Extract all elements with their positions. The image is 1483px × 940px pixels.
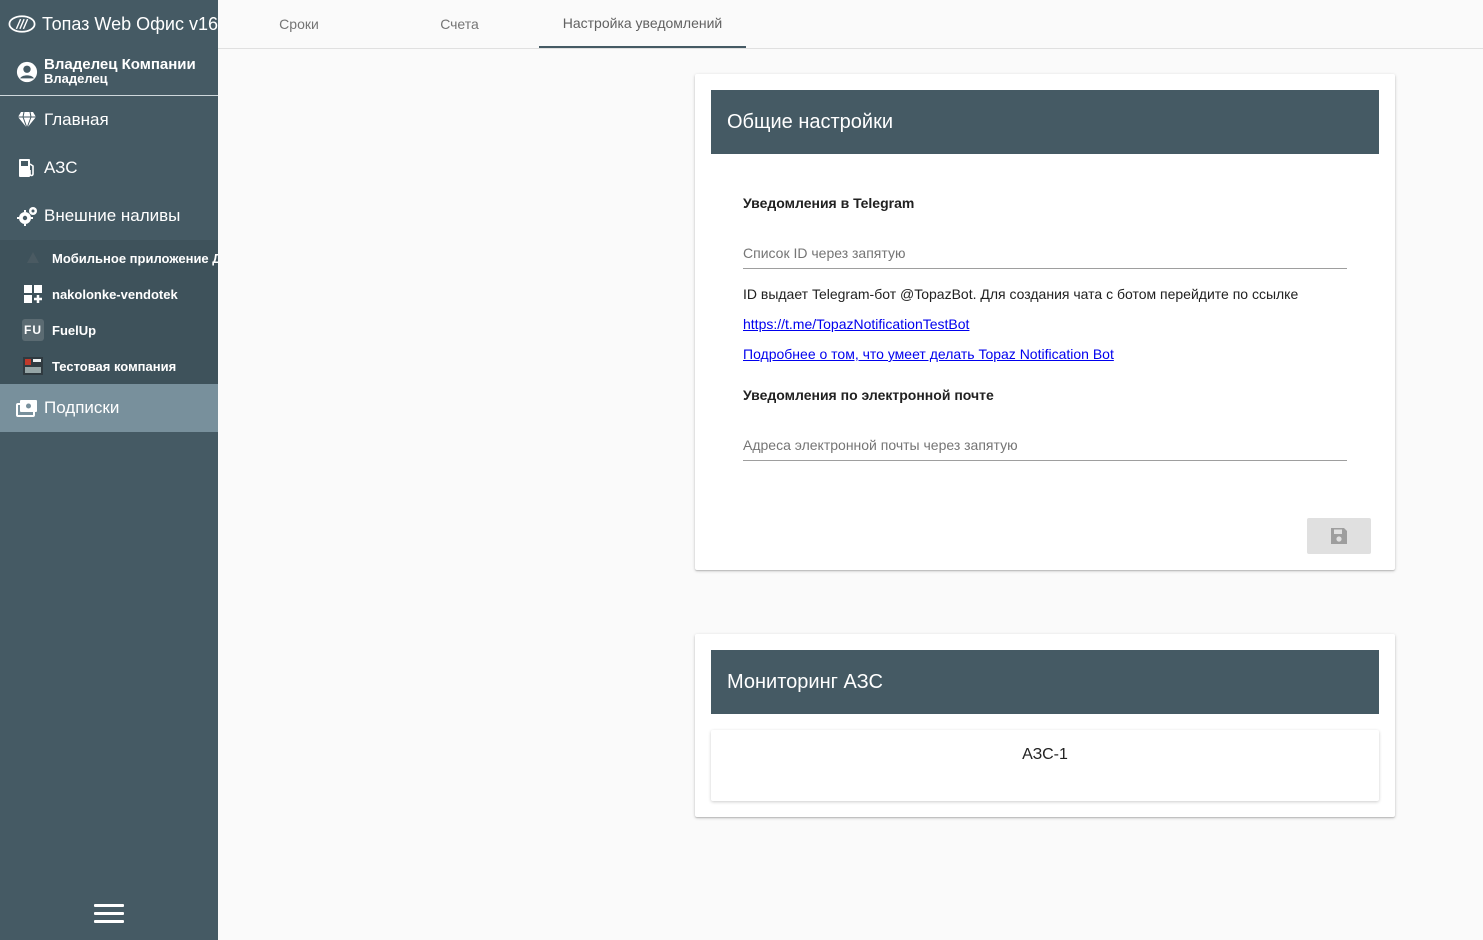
subitem-label: Мобильное приложение ДЦ — [52, 250, 218, 266]
sidebar-subitem-nakolonke[interactable]: nakolonke-vendotek — [0, 276, 218, 312]
gears-icon — [16, 205, 38, 227]
external-fills-list: Мобильное приложение ДЦ nakolonke-vendot… — [0, 240, 218, 384]
tab-notification-settings[interactable]: Настройка уведомлений — [539, 0, 746, 48]
tab-bar: Сроки Счета Настройка уведомлений — [218, 0, 1483, 49]
fuelup-icon: FU — [22, 319, 44, 341]
general-settings-title: Общие настройки — [711, 90, 1379, 154]
save-button[interactable] — [1307, 518, 1371, 554]
fuel-pump-icon — [16, 157, 38, 179]
test-company-icon — [22, 355, 44, 377]
subitem-label: nakolonke-vendotek — [52, 286, 178, 302]
sidebar-item-label: Внешние наливы — [44, 206, 181, 225]
sidebar-item-label: АЗС — [44, 158, 78, 177]
user-profile[interactable]: Владелец Компании Владелец — [0, 48, 218, 96]
user-role: Владелец — [44, 70, 108, 86]
sidebar-item-stations[interactable]: АЗС — [0, 144, 218, 192]
diamond-icon — [16, 109, 38, 131]
fuelup-icon-text: FU — [24, 323, 42, 337]
telegram-info-text: ID выдает Telegram-бот @TopazBot. Для со… — [743, 286, 1299, 302]
hamburger-icon[interactable] — [94, 904, 124, 926]
user-info: Владелец Компании Владелец — [44, 55, 196, 86]
general-settings-card: Общие настройки Уведомления в Telegram I… — [695, 74, 1395, 570]
sidebar: Топаз Web Офис v16 Владелец Компании Вла… — [0, 0, 218, 940]
sidebar-subitem-fuelup[interactable]: FU FuelUp — [0, 312, 218, 348]
sidebar-subitem-mobile-app[interactable]: Мобильное приложение ДЦ — [0, 240, 218, 276]
sidebar-item-subscriptions[interactable]: Подписки — [0, 384, 218, 432]
telegram-bot-link[interactable]: https://t.me/TopazNotificationTestBot — [743, 316, 969, 332]
mobile-app-icon — [22, 247, 44, 269]
app-header: Топаз Web Офис v16 — [0, 0, 218, 48]
monitoring-title: Мониторинг АЗС — [711, 650, 1379, 714]
telegram-section-title: Уведомления в Telegram — [743, 195, 915, 211]
grid-plus-icon — [22, 283, 44, 305]
sidebar-item-label: Главная — [44, 110, 109, 129]
tab-terms[interactable]: Сроки — [218, 0, 380, 48]
subitem-label: FuelUp — [52, 322, 97, 338]
account-icon — [16, 61, 38, 82]
monitoring-card: Мониторинг АЗС АЗС-1 — [695, 634, 1395, 817]
sidebar-item-label: Подписки — [44, 398, 120, 417]
email-section-title: Уведомления по электронной почте — [743, 387, 994, 403]
telegram-bot-more-link[interactable]: Подробнее о том, что умеет делать Topaz … — [743, 346, 1114, 362]
station-tile[interactable]: АЗС-1 — [711, 730, 1379, 801]
app-title: Топаз Web Офис v16 — [42, 13, 218, 34]
station-name: АЗС-1 — [1022, 746, 1068, 763]
subscription-icon — [16, 397, 38, 419]
save-icon — [1331, 528, 1347, 544]
tab-invoices[interactable]: Счета — [380, 0, 539, 48]
sidebar-subitem-test-company[interactable]: Тестовая компания — [0, 348, 218, 384]
user-name: Владелец Компании — [44, 55, 196, 73]
email-addresses-input[interactable] — [743, 429, 1347, 461]
sidebar-item-external-fills[interactable]: Внешние наливы — [0, 192, 218, 240]
topaz-logo-icon — [8, 15, 36, 33]
subitem-label: Тестовая компания — [52, 358, 177, 374]
sidebar-item-home[interactable]: Главная — [0, 96, 218, 144]
telegram-ids-input[interactable] — [743, 237, 1347, 269]
